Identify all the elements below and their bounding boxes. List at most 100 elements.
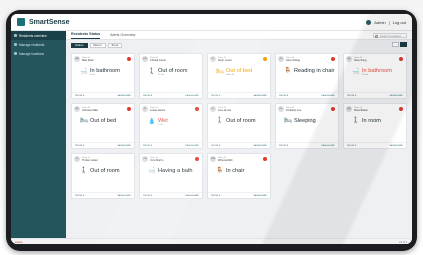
filter-status[interactable]: Status — [71, 42, 88, 48]
resident-card[interactable]: VM Room 12 Vera Martin 🛁 Having a bath P… — [139, 153, 203, 199]
resident-card[interactable]: TL Room 11 Timber Lutten 🚶 Out of room P… — [71, 153, 135, 199]
filter-room[interactable]: Room — [89, 42, 106, 48]
resident-card[interactable]: DR Room 02 Christa Jones 🚶 Out of room 1… — [139, 53, 203, 99]
sidebar-item-residents-overview[interactable]: Residents overview — [11, 31, 66, 40]
avatar: RB — [346, 106, 352, 112]
sidebar-item-manage-residents[interactable]: Manage residents — [11, 40, 66, 49]
card-actions: PROFILE DASHBOARD — [344, 92, 406, 98]
resident-card[interactable]: AM Room 01 Mae Ryan 🛁 In bathroom 3 min … — [71, 53, 135, 99]
dashboard-link[interactable]: DASHBOARD — [117, 195, 131, 197]
resident-status: 🛏 Out of bed — [80, 118, 116, 124]
resident-card[interactable]: WM Room 13 Winona Mull 🪑 In chair PROFIL… — [207, 153, 271, 199]
tab-residents-status[interactable]: Residents Status — [71, 32, 101, 39]
alert-badge-icon[interactable] — [399, 57, 403, 61]
profile-link[interactable]: PROFILE — [143, 145, 152, 147]
resident-card[interactable]: KL Room 09 Kimberly Lee 🛏 Sleeping PROFI… — [275, 103, 339, 149]
card-actions: PROFILE DASHBOARD — [140, 92, 202, 98]
card-actions: PROFILE DASHBOARD — [344, 142, 406, 148]
resident-name: Lucas James — [150, 108, 166, 112]
dashboard-link[interactable]: DASHBOARD — [185, 95, 199, 97]
status-label: Out of room — [90, 168, 120, 174]
grid-view-button[interactable] — [400, 42, 407, 47]
profile-link[interactable]: PROFILE — [347, 145, 356, 147]
profile-link[interactable]: PROFILE — [75, 195, 84, 197]
resident-status: 🛁 In bathroom 29 min — [352, 68, 392, 76]
resident-card[interactable]: GC Room 04 Gina Chang 🪑 Reading in chair… — [275, 53, 339, 99]
list-view-button[interactable] — [392, 42, 399, 47]
resident-meta: Room 08 Lisa James — [218, 107, 231, 112]
logout-link[interactable]: Log out — [393, 20, 406, 25]
profile-link[interactable]: PROFILE — [211, 145, 220, 147]
separator: | — [388, 19, 390, 25]
status-icon: 🛏 — [216, 69, 224, 75]
sidebar-item-manage-locations[interactable]: Manage locations — [11, 49, 66, 58]
resident-status: 🛁 Having a bath — [148, 168, 193, 174]
tab-alerts-overview[interactable]: Alerts Overview — [110, 33, 135, 39]
alert-badge-icon[interactable] — [127, 107, 131, 111]
resident-card[interactable]: EL Room 03 Ryan Lester 🛏 Out of bed Room… — [207, 53, 271, 99]
dashboard-link[interactable]: DASHBOARD — [185, 195, 199, 197]
profile-link[interactable]: PROFILE — [211, 95, 220, 97]
dashboard-link[interactable]: DASHBOARD — [253, 95, 267, 97]
dashboard-link[interactable]: DASHBOARD — [389, 95, 403, 97]
avatar: GC — [278, 56, 284, 62]
resident-card[interactable]: AS Room 06 Johnson Mike 🛏 Out of bed PRO… — [71, 103, 135, 149]
avatar: WM — [210, 156, 216, 162]
status-label: Out of room — [226, 118, 256, 124]
profile-link[interactable]: PROFILE — [279, 95, 288, 97]
resident-card[interactable]: NS Room 05 Nora Sung 🛁 In bathroom 29 mi… — [343, 53, 407, 99]
user-name[interactable]: Admin — [374, 20, 385, 25]
dashboard-link[interactable]: DASHBOARD — [389, 145, 403, 147]
location-icon — [14, 52, 17, 55]
card-header: KL Room 09 Kimberly Lee — [278, 106, 301, 112]
screen: SmartSense Admin | Log out Residents ove… — [11, 14, 412, 244]
dashboard-link[interactable]: DASHBOARD — [253, 145, 267, 147]
profile-link[interactable]: PROFILE — [143, 95, 152, 97]
alert-badge-icon[interactable] — [195, 157, 199, 161]
search-input[interactable]: Search resident — [373, 33, 407, 38]
resident-name: Gina Chang — [286, 58, 300, 62]
resident-name: Ross Bolton — [354, 108, 368, 112]
dashboard-link[interactable]: DASHBOARD — [117, 95, 131, 97]
status-icon: 🛏 — [284, 118, 292, 124]
status-icon: 🛁 — [80, 69, 88, 75]
avatar: TL — [74, 156, 80, 162]
stage: SmartSense Admin | Log out Residents ove… — [0, 0, 423, 255]
dashboard-link[interactable]: DASHBOARD — [117, 145, 131, 147]
resident-status: 🛏 Out of bed Room 03 — [216, 68, 252, 76]
resident-card[interactable]: RB Room 10 Ross Bolton 🚶 In room PROFILE… — [343, 103, 407, 149]
status-icon: 🛏 — [80, 118, 88, 124]
status-label: Sleeping — [294, 118, 316, 124]
status-icon: 🛁 — [352, 69, 360, 75]
alert-badge-icon[interactable] — [331, 107, 335, 111]
dashboard-link[interactable]: DASHBOARD — [321, 145, 335, 147]
dashboard-link[interactable]: DASHBOARD — [321, 95, 335, 97]
alert-badge-icon[interactable] — [127, 57, 131, 61]
alert-badge-icon[interactable] — [331, 57, 335, 61]
profile-link[interactable]: PROFILE — [347, 95, 356, 97]
profile-link[interactable]: PROFILE — [75, 145, 84, 147]
resident-status: 🚶 Out of room — [216, 118, 256, 124]
alert-badge-icon[interactable] — [399, 107, 403, 111]
resident-card[interactable]: DL Room 08 Lisa James 🚶 Out of room PROF… — [207, 103, 271, 149]
status-label: In room — [362, 118, 381, 124]
resident-meta: Room 11 Timber Lutten — [82, 157, 98, 162]
status-text: Having a bath — [158, 168, 193, 174]
profile-link[interactable]: PROFILE — [143, 195, 152, 197]
card-header: AS Room 06 Johnson Mike — [74, 106, 98, 112]
resident-card[interactable]: JJ Room 07 Lucas James 💧 Wet 2 min PROFI… — [139, 103, 203, 149]
alert-badge-icon[interactable] — [263, 157, 267, 161]
profile-link[interactable]: PROFILE — [279, 145, 288, 147]
card-actions: PROFILE DASHBOARD — [140, 142, 202, 148]
profile-link[interactable]: PROFILE — [211, 195, 220, 197]
resident-name: Christa Jones — [150, 58, 166, 62]
app-logo — [17, 18, 25, 26]
profile-link[interactable]: PROFILE — [75, 95, 84, 97]
filter-zone[interactable]: Zone — [107, 42, 123, 48]
alert-badge-icon[interactable] — [195, 107, 199, 111]
app-name: SmartSense — [29, 18, 70, 26]
alert-badge-icon[interactable] — [263, 57, 267, 61]
dashboard-link[interactable]: DASHBOARD — [185, 145, 199, 147]
dashboard-link[interactable]: DASHBOARD — [253, 195, 267, 197]
resident-meta: Room 05 Nora Sung — [354, 57, 366, 62]
